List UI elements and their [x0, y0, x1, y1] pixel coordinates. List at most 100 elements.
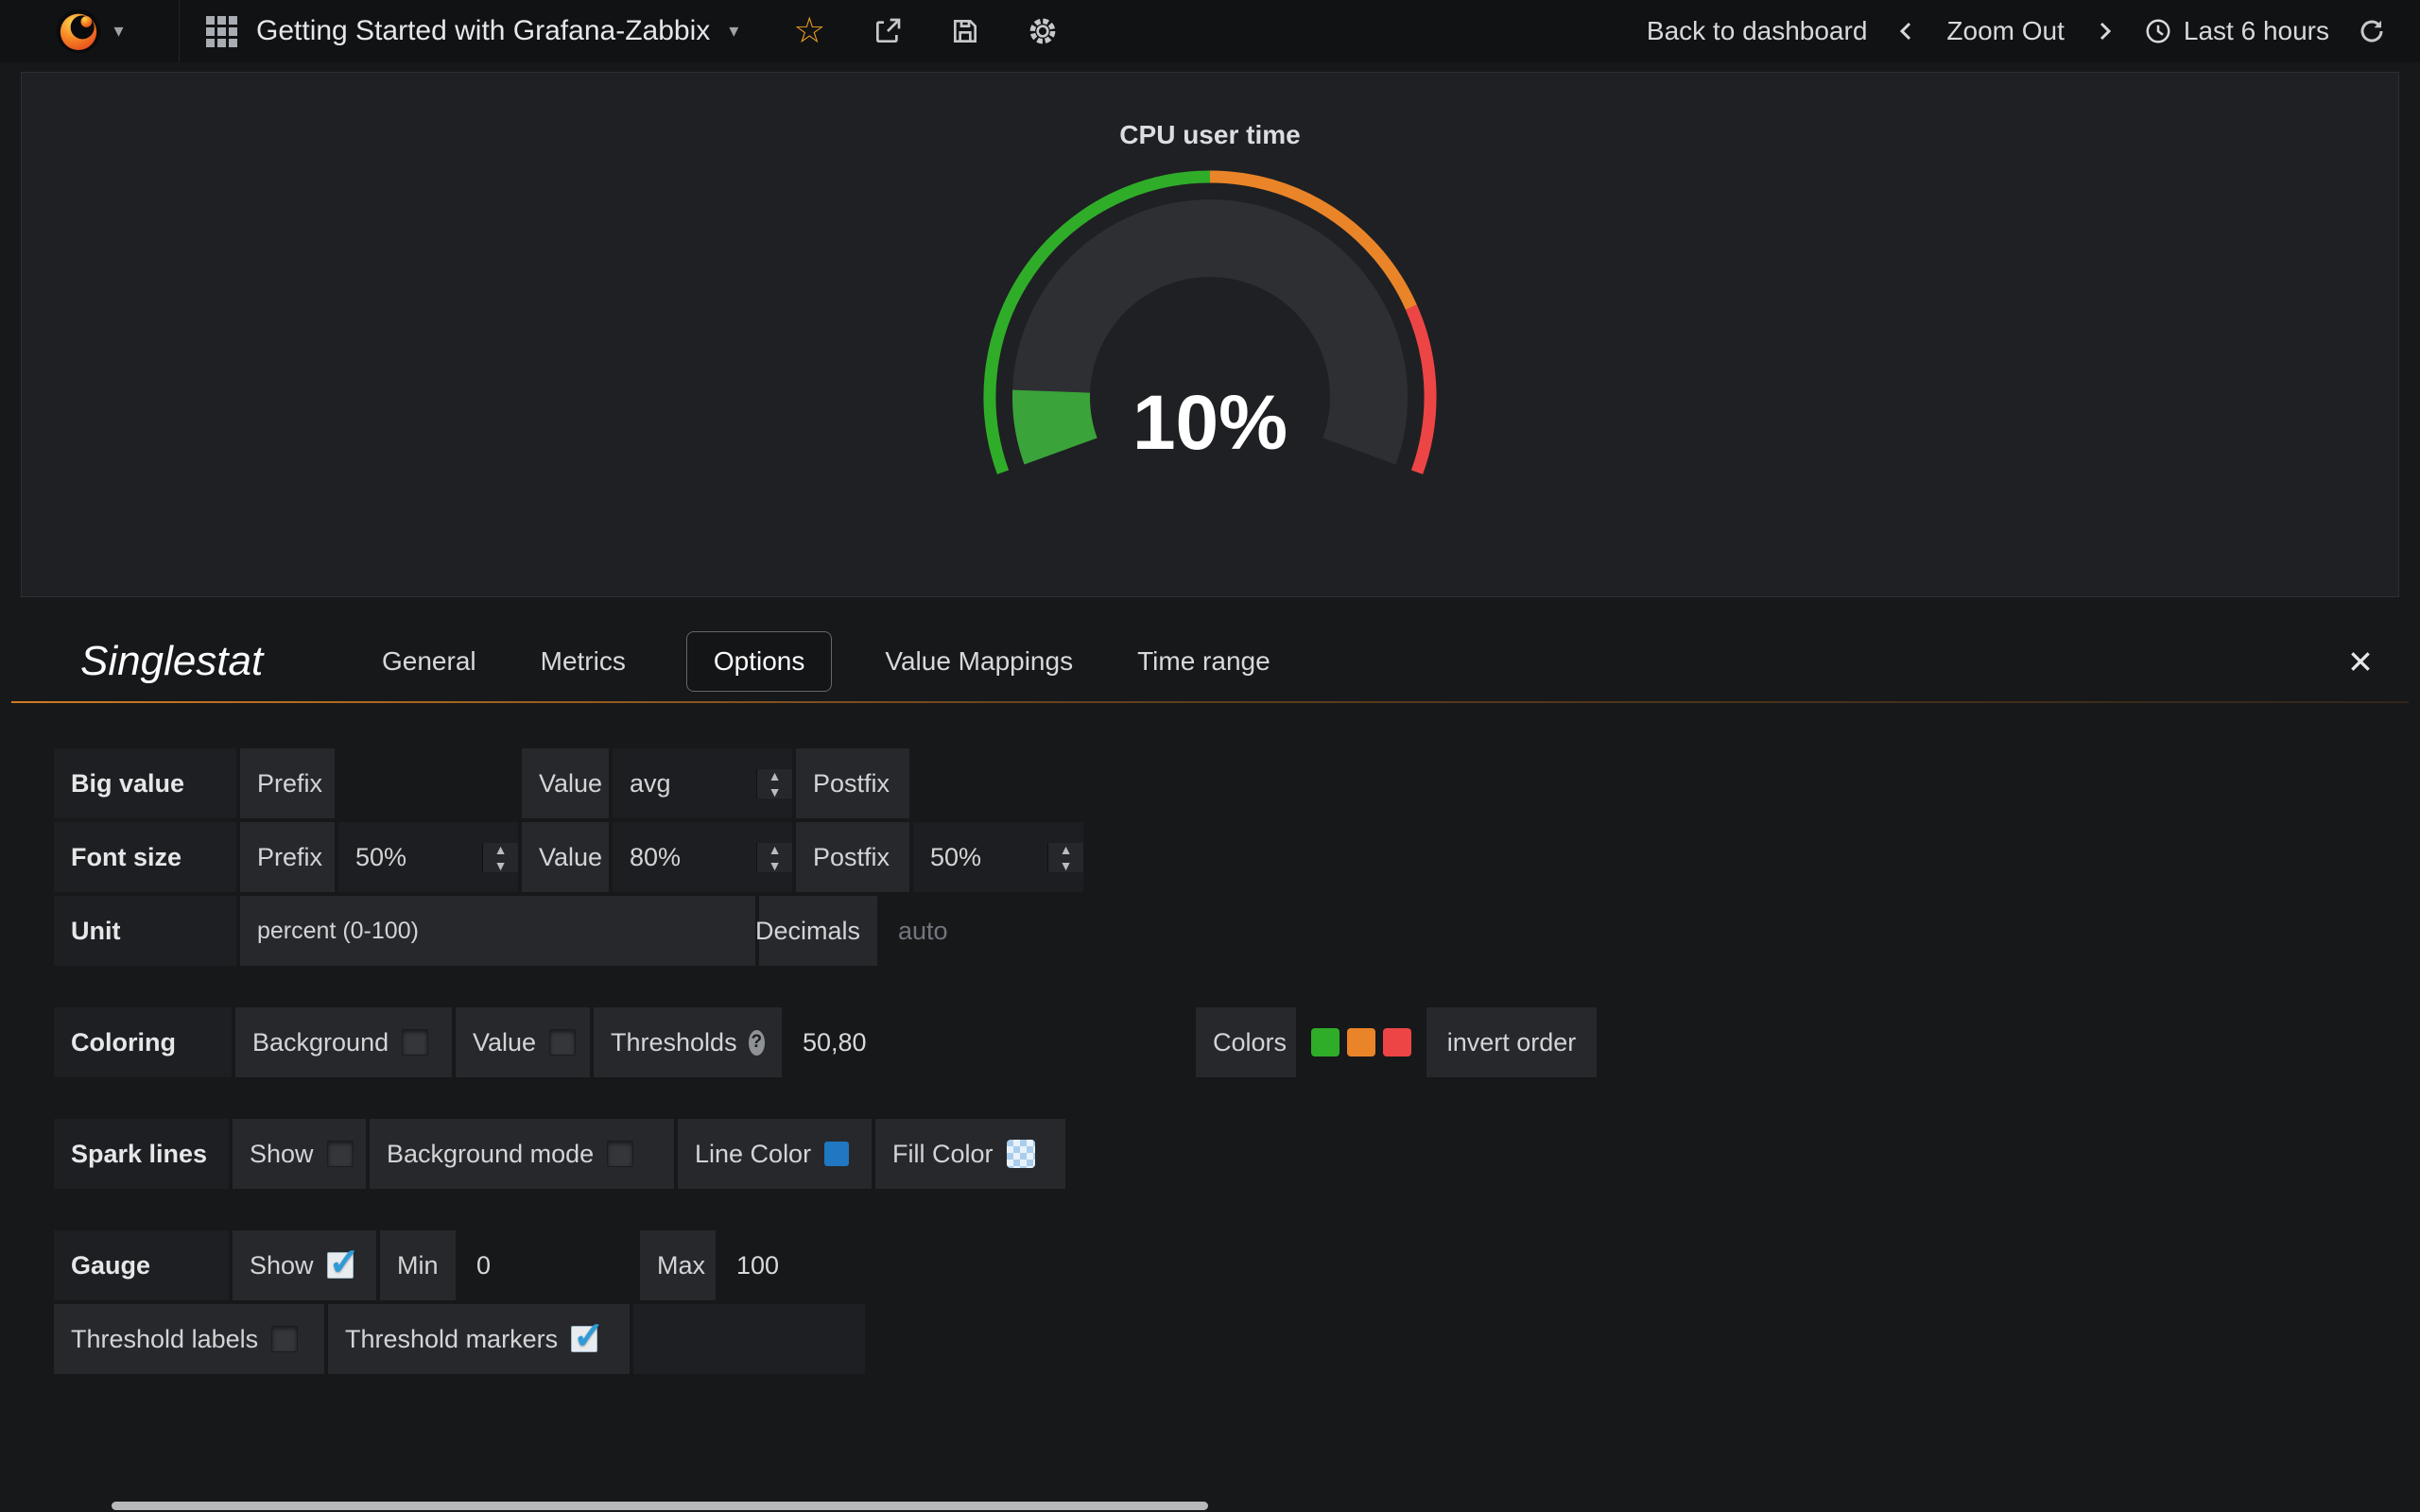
panel-title[interactable]: CPU user time: [22, 73, 2398, 150]
red-color-swatch[interactable]: [1383, 1028, 1411, 1057]
tab-value-mappings[interactable]: Value Mappings: [881, 631, 1077, 692]
horizontal-scrollbar[interactable]: [112, 1502, 1208, 1510]
spark-lines-row: Spark lines Show Background mode Line Co…: [54, 1119, 2420, 1189]
min-field-cell: [459, 1230, 636, 1300]
gauge-row: Gauge Show ✓ Min Max: [54, 1230, 2420, 1300]
threshold-markers-checkbox[interactable]: ✓: [571, 1326, 597, 1352]
save-icon: [950, 16, 980, 46]
fill-color-label: Fill Color: [892, 1140, 994, 1169]
thresholds-input[interactable]: [786, 1007, 1192, 1077]
share-dashboard-button[interactable]: [873, 16, 903, 46]
value-label: Value: [522, 822, 609, 892]
sparkline-show-option: Show: [233, 1119, 366, 1189]
decimals-field-cell: [881, 896, 1051, 966]
coloring-label: Coloring: [54, 1007, 232, 1077]
select-spinner[interactable]: ▲ ▼: [756, 769, 792, 799]
arrow-down-icon: ▼: [769, 859, 782, 872]
line-color-option: Line Color: [678, 1119, 872, 1189]
fill-color-swatch[interactable]: [1007, 1140, 1035, 1168]
selected-stat: avg: [613, 769, 756, 799]
show-label: Show: [250, 1140, 314, 1169]
threshold-labels-option: Threshold labels: [54, 1304, 324, 1374]
time-shift-back-button[interactable]: [1895, 20, 1918, 43]
help-icon[interactable]: ?: [749, 1030, 765, 1056]
chevron-down-icon: ▾: [729, 22, 738, 41]
panel-type-title: Singlestat: [80, 638, 321, 685]
tab-metrics[interactable]: Metrics: [537, 631, 630, 692]
dashboard-grid-icon: [206, 16, 237, 47]
postfix-font-size-select[interactable]: 50% ▲ ▼: [913, 822, 1083, 892]
big-value-label: Big value: [54, 748, 236, 818]
arrow-down-icon: ▼: [494, 859, 508, 872]
settings-button[interactable]: [1028, 16, 1058, 46]
gauge-label: Gauge: [54, 1230, 229, 1300]
prefix-field-cell: [338, 748, 518, 818]
invert-order-button[interactable]: invert order: [1426, 1007, 1597, 1077]
threshold-markers-label: Threshold markers: [345, 1325, 558, 1354]
value-label: Value: [473, 1028, 536, 1057]
gauge-show-checkbox[interactable]: ✓: [327, 1252, 354, 1279]
threshold-labels-checkbox[interactable]: [271, 1326, 298, 1352]
max-field-cell: [719, 1230, 890, 1300]
check-icon: ✓: [329, 1241, 361, 1284]
background-mode-checkbox[interactable]: [607, 1141, 633, 1167]
tab-options[interactable]: Options: [686, 631, 833, 692]
zoom-out-button[interactable]: Zoom Out: [1946, 16, 2064, 46]
save-dashboard-button[interactable]: [950, 16, 980, 46]
selected-size: 50%: [913, 843, 1047, 872]
gauge-max-input[interactable]: [719, 1230, 890, 1300]
background-mode-option: Background mode: [370, 1119, 674, 1189]
options-form: Big value Prefix Value avg ▲ ▼ Postfix: [0, 703, 2420, 1374]
coloring-background-option: Background: [235, 1007, 452, 1077]
thresholds-field-cell: [786, 1007, 1192, 1077]
unit-label: Unit: [54, 896, 236, 966]
big-value-row: Big value Prefix Value avg ▲ ▼ Postfix: [54, 748, 2420, 818]
arrow-down-icon: ▼: [1060, 859, 1073, 872]
gauge-value-text: 10%: [1132, 380, 1288, 466]
select-spinner[interactable]: ▲ ▼: [1047, 843, 1083, 872]
gauge-threshold-red: [1411, 307, 1430, 472]
refresh-button[interactable]: [2358, 17, 2386, 45]
spark-lines-label: Spark lines: [54, 1119, 229, 1189]
big-value-prefix-input[interactable]: [338, 748, 518, 818]
show-label: Show: [250, 1251, 314, 1280]
line-color-swatch[interactable]: [824, 1142, 849, 1166]
dashboard-picker[interactable]: Getting Started with Grafana-Zabbix ▾: [180, 0, 765, 62]
arrow-up-icon: ▲: [1060, 843, 1073, 856]
grafana-menu-button[interactable]: ▾: [0, 0, 180, 62]
big-value-stat-select[interactable]: avg ▲ ▼: [613, 748, 792, 818]
back-to-dashboard-button[interactable]: Back to dashboard: [1647, 16, 1868, 46]
value-font-size-select[interactable]: 80% ▲ ▼: [613, 822, 792, 892]
background-mode-label: Background mode: [387, 1140, 594, 1169]
prefix-font-size-select[interactable]: 50% ▲ ▼: [338, 822, 518, 892]
orange-color-swatch[interactable]: [1347, 1028, 1375, 1057]
sparkline-show-checkbox[interactable]: [327, 1141, 354, 1167]
star-dashboard-button[interactable]: ☆: [793, 13, 825, 49]
selected-size: 80%: [613, 843, 756, 872]
time-range-picker[interactable]: Last 6 hours: [2144, 16, 2329, 46]
postfix-field-cell: [913, 748, 1083, 818]
decimals-input[interactable]: [881, 896, 1051, 966]
unit-value-dropdown[interactable]: percent (0-100): [240, 896, 755, 966]
big-value-postfix-input[interactable]: [913, 748, 1083, 818]
gauge-min-input[interactable]: [459, 1230, 636, 1300]
font-size-label: Font size: [54, 822, 236, 892]
background-checkbox[interactable]: [402, 1029, 428, 1056]
green-color-swatch[interactable]: [1311, 1028, 1340, 1057]
tab-time-range[interactable]: Time range: [1133, 631, 1274, 692]
tab-general[interactable]: General: [378, 631, 480, 692]
select-spinner[interactable]: ▲ ▼: [756, 843, 792, 872]
top-navbar: ▾ Getting Started with Grafana-Zabbix ▾ …: [0, 0, 2420, 62]
empty-cell: [633, 1304, 865, 1374]
clock-icon: [2144, 17, 2172, 45]
share-icon: [873, 16, 903, 46]
close-editor-button[interactable]: [2342, 644, 2378, 679]
threshold-colors-cell: [1300, 1007, 1423, 1077]
select-spinner[interactable]: ▲ ▼: [482, 843, 518, 872]
arrow-up-icon: ▲: [494, 843, 508, 856]
value-checkbox[interactable]: [549, 1029, 576, 1056]
time-shift-forward-button[interactable]: [2093, 20, 2116, 43]
chevron-right-icon: [2093, 20, 2116, 43]
time-range-label: Last 6 hours: [2184, 16, 2329, 46]
coloring-value-option: Value: [456, 1007, 590, 1077]
